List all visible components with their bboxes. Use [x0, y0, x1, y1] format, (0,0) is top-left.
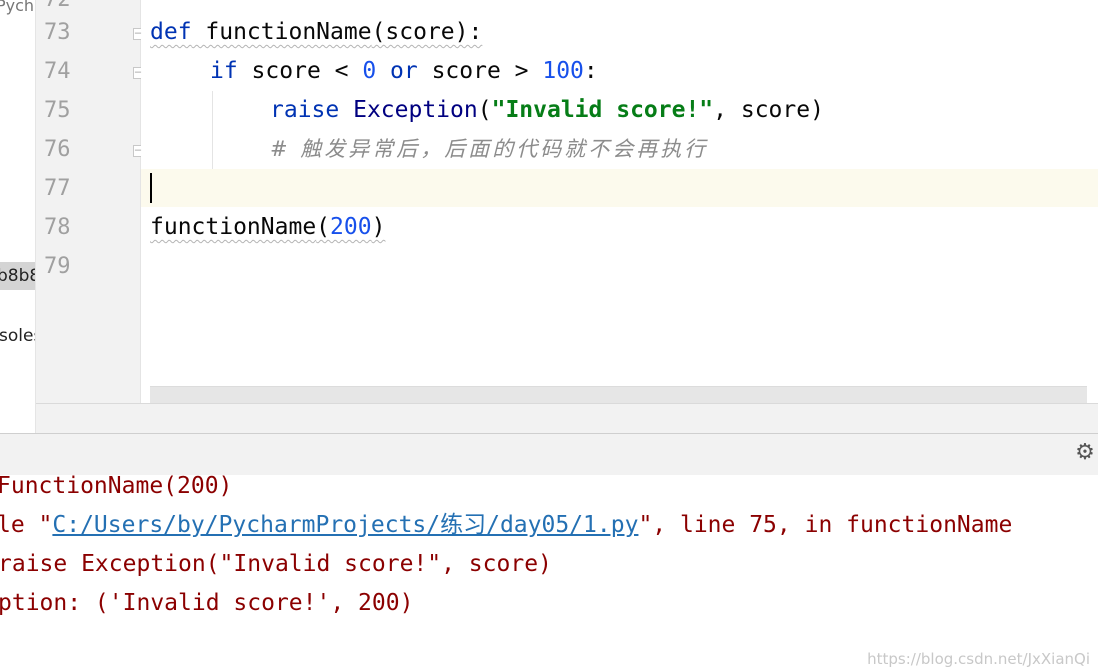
console-line: ption: ('Invalid score!', 200) [0, 590, 414, 616]
line-number: 74 [44, 59, 71, 84]
project-tree-item-selected[interactable]: b8b8 [0, 262, 35, 290]
console-line: raise Exception("Invalid score!", score) [0, 551, 552, 577]
current-line-highlight [141, 169, 1098, 207]
code-line-73: def functionName(score): [150, 19, 483, 45]
code-comment: # 触发异常后，后面的代码就不会再执行 [270, 137, 709, 161]
code-line-75: raise Exception("Invalid score!", score) [270, 97, 824, 123]
file-link[interactable]: C:/Users/by/PycharmProjects/练习/day05/1.p… [52, 512, 638, 538]
gear-icon[interactable]: ⚙ [1074, 442, 1096, 464]
line-number: 73 [44, 20, 71, 45]
watermark: https://blog.csdn.net/JxXianQi [867, 650, 1090, 668]
line-number: 76 [44, 137, 71, 162]
editor-gutter[interactable]: 72 73 74 75 76 77 78 79 − − − [36, 0, 145, 403]
horizontal-scrollbar[interactable] [150, 386, 1087, 403]
project-tree-item-label: b8b8 [0, 266, 35, 286]
code-line-78: functionName(200) [150, 214, 386, 240]
line-number: 78 [44, 215, 71, 240]
indent-guide [212, 91, 213, 169]
project-panel: Pycha b8b8 soles [0, 0, 36, 433]
editor-bottom-bar [36, 403, 1098, 434]
line-number: 75 [44, 98, 71, 123]
console-line: FunctionName(200) [0, 475, 233, 499]
code-editor[interactable]: def functionName(score): if score < 0 or… [141, 0, 1098, 403]
run-panel-header: ⚙ [0, 433, 1098, 476]
text-caret [150, 173, 152, 203]
code-line-74: if score < 0 or score > 100: [210, 58, 598, 84]
project-tree-item[interactable]: Pycha [0, 0, 35, 15]
line-number: 79 [44, 254, 71, 279]
run-console[interactable]: FunctionName(200) le "C:/Users/by/Pychar… [0, 475, 1098, 672]
project-tree-item[interactable]: soles [0, 326, 35, 346]
line-number-current: 77 [44, 176, 71, 201]
console-line: le "C:/Users/by/PycharmProjects/练习/day05… [0, 512, 1013, 538]
